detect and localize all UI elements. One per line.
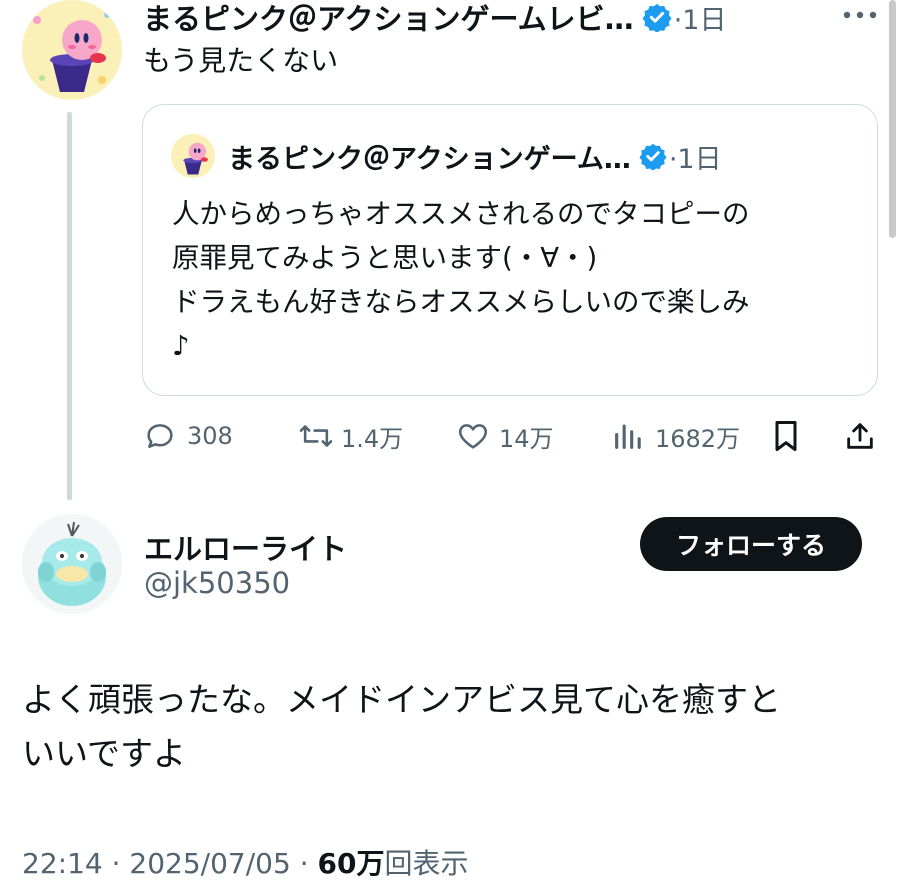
more-options-icon[interactable]	[840, 2, 880, 28]
quote-text: 人からめっちゃオススメされるのでタコピーの 原罪見てみようと思います(・∀・) …	[172, 198, 750, 362]
retweet-count: 1.4万	[341, 424, 404, 453]
tweet-date[interactable]: 2025/07/05	[129, 847, 290, 880]
like-button[interactable]: 14万	[455, 412, 554, 460]
verified-badge-icon	[642, 2, 672, 33]
bookmark-icon	[771, 418, 801, 454]
meta-separator: ·	[102, 847, 130, 880]
analytics-bar-icon	[611, 419, 645, 453]
bookmark-button[interactable]	[771, 412, 801, 460]
reply-icon	[143, 419, 177, 453]
reply-button[interactable]: 308	[143, 412, 233, 460]
quote-author-name: まるピンク＠アクションゲーム…	[228, 143, 631, 175]
tweet-time[interactable]: ·1日	[674, 0, 727, 37]
reply-author-name[interactable]: エルローライト	[144, 526, 347, 568]
tweet-text: もう見たくない	[143, 44, 339, 77]
reply-count: 308	[187, 422, 233, 450]
reply-author-avatar[interactable]	[22, 514, 122, 614]
author-avatar[interactable]	[22, 0, 122, 100]
tweet-header: まるピンク＠アクションゲームレビ… ·1日	[143, 0, 727, 37]
tweet-time[interactable]: 22:14	[22, 847, 103, 880]
reply-text: よく頑張ったな。メイドインアビス見て心を癒すと いいですよ	[22, 680, 781, 773]
views-button[interactable]: 1682万	[611, 412, 740, 460]
quote-time: ·1日	[668, 143, 722, 175]
author-name[interactable]: まるピンク＠アクションゲームレビ…	[143, 0, 634, 38]
views-count: 1682万	[655, 424, 741, 453]
tweet-action-bar: 308 1.4万 14万 1682万	[143, 412, 883, 460]
view-label: 回表示	[384, 847, 469, 880]
tweet-meta: 22:14 · 2025/07/05 · 60万回表示	[22, 842, 468, 882]
view-count: 60万	[317, 847, 385, 880]
retweet-icon	[297, 419, 335, 453]
scrollbar[interactable]	[889, 0, 896, 238]
meta-separator: ·	[290, 847, 318, 880]
like-count: 14万	[499, 424, 554, 453]
thread-connector-line	[67, 112, 72, 500]
heart-icon	[455, 419, 491, 453]
follow-button[interactable]: フォローする	[640, 517, 862, 571]
share-button[interactable]	[843, 412, 877, 460]
retweet-button[interactable]: 1.4万	[297, 412, 403, 460]
verified-badge-icon	[639, 142, 667, 171]
share-icon	[843, 418, 877, 454]
quote-header: まるピンク＠アクションゲーム… ·1日	[228, 138, 722, 175]
reply-author-handle[interactable]: @jk50350	[144, 566, 290, 600]
quote-author-avatar	[171, 134, 215, 178]
